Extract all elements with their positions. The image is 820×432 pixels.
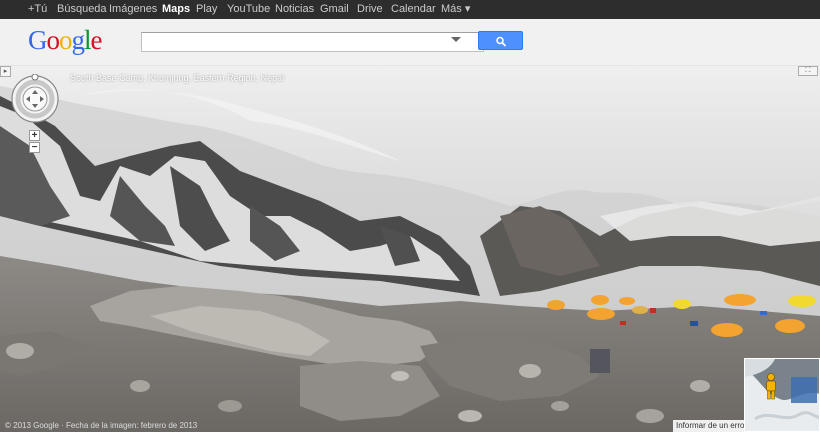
logo-letter: o xyxy=(46,25,60,55)
zoom-out-button[interactable]: − xyxy=(29,142,40,153)
logo-letter: g xyxy=(71,25,85,55)
google-top-bar: +Tú Búsqueda Imágenes Maps Play YouTube … xyxy=(0,0,820,19)
pan-control[interactable] xyxy=(10,73,60,124)
logo-letter: o xyxy=(59,25,72,55)
nav-play[interactable]: Play xyxy=(196,0,217,19)
zoom-in-button[interactable]: + xyxy=(29,130,40,141)
copyright-text: © 2013 Google · Fecha de la imagen: febr… xyxy=(5,421,198,430)
logo-letter: G xyxy=(28,25,47,55)
nav-drive[interactable]: Drive xyxy=(357,0,383,19)
nav-calendar[interactable]: Calendar xyxy=(391,0,436,19)
search-options-dropdown[interactable] xyxy=(451,37,461,42)
expand-fullscreen-button[interactable]: ⛶ xyxy=(798,66,818,76)
compass-icon xyxy=(11,73,59,123)
report-problem-link[interactable]: Informar de un error xyxy=(673,420,751,432)
nav-busqueda[interactable]: Búsqueda xyxy=(57,0,107,19)
nav-gmail[interactable]: Gmail xyxy=(320,0,349,19)
street-view-minimap[interactable] xyxy=(744,358,820,432)
nav-maps[interactable]: Maps xyxy=(162,0,190,19)
pegman-icon xyxy=(766,373,776,400)
street-view-panorama[interactable]: South Base Camp, Khumjung, Eastern Regio… xyxy=(0,66,820,432)
location-label: South Base Camp, Khumjung, Eastern Regio… xyxy=(70,73,285,83)
google-logo[interactable]: Google xyxy=(28,25,102,55)
logo-letter: e xyxy=(90,25,103,55)
maps-header: Google xyxy=(0,19,820,66)
nav-noticias[interactable]: Noticias xyxy=(275,0,314,19)
nav-youtube[interactable]: YouTube xyxy=(227,0,270,19)
nav-imagenes[interactable]: Imágenes xyxy=(109,0,157,19)
map-thumbnail xyxy=(745,359,819,431)
nav-plus-tu[interactable]: +Tú xyxy=(28,0,47,19)
search-button[interactable] xyxy=(478,31,523,50)
everest-base-camp-scene xyxy=(0,66,820,432)
search-input[interactable] xyxy=(141,32,484,52)
search-icon xyxy=(496,36,506,47)
nav-mas-menu[interactable]: Más ▾ xyxy=(441,0,470,19)
